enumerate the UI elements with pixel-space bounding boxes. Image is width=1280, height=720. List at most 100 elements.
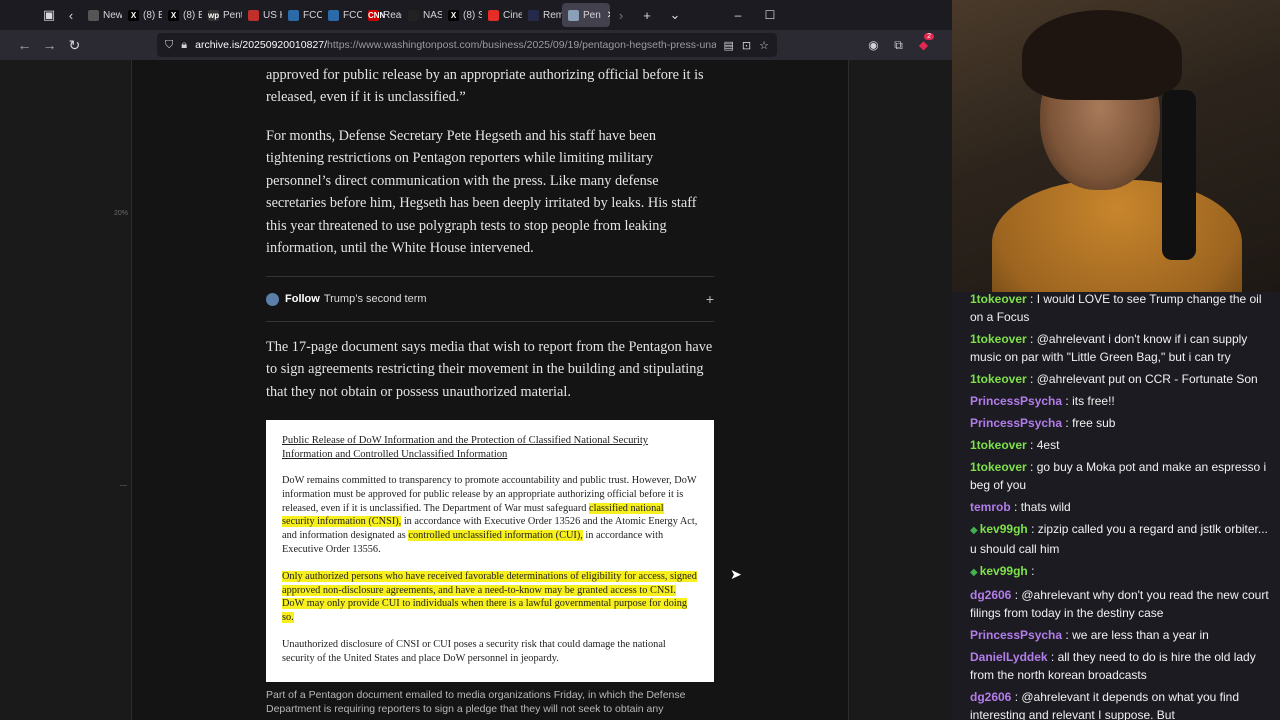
- browser-tab[interactable]: News: [82, 3, 122, 27]
- browser-tab[interactable]: CNNReadi: [362, 3, 402, 27]
- tab-favicon-icon: [488, 9, 499, 21]
- tab-favicon-icon: wp: [208, 9, 220, 21]
- chat-username[interactable]: 1tokeover: [970, 372, 1027, 386]
- chat-text: its free!!: [1072, 394, 1115, 408]
- chat-message: 1tokeover : go buy a Moka pot and make a…: [970, 458, 1276, 494]
- chat-message: ◆ kev99gh : zipzip called you a regard an…: [970, 520, 1276, 558]
- mouse-cursor-icon: ➤: [730, 566, 742, 582]
- minimize-icon[interactable]: –: [722, 8, 754, 22]
- browser-tab[interactable]: Pen✕: [562, 3, 610, 27]
- chat-username[interactable]: PrincessPsycha: [970, 416, 1062, 430]
- tab-label: Readi: [383, 9, 402, 21]
- browser-tab[interactable]: X (8) Bre: [122, 3, 162, 27]
- doc-highlight-authorized: Only authorized persons who have receive…: [282, 570, 697, 624]
- chat-text: 4est: [1036, 438, 1060, 452]
- browser-tab[interactable]: FCC's: [322, 3, 362, 27]
- chat-username[interactable]: 1tokeover: [970, 292, 1027, 306]
- topic-avatar: [266, 292, 279, 306]
- chat-separator: :: [1026, 292, 1037, 306]
- tab-favicon-icon: [88, 9, 99, 21]
- browser-tab[interactable]: wpPentag: [202, 3, 242, 27]
- follow-plus-icon[interactable]: +: [706, 291, 714, 307]
- shield-icon[interactable]: ⛉: [165, 39, 173, 52]
- scroll-tabs-right-icon[interactable]: ›: [610, 8, 632, 23]
- tab-label: US He: [263, 9, 282, 21]
- paragraph-hegseth: For months, Defense Secretary Pete Hegse…: [266, 128, 697, 257]
- tab-list: NewsX(8) BreX(8) BNwpPentagUS HeFCC'sFCC…: [82, 3, 610, 27]
- chat-badge-icon: ◆: [970, 567, 978, 578]
- account-icon[interactable]: ◉: [861, 38, 886, 52]
- chat-username[interactable]: kev99gh: [980, 522, 1028, 536]
- chat-username[interactable]: dg2606: [970, 690, 1011, 704]
- chat-username[interactable]: 1tokeover: [970, 332, 1027, 346]
- tab-overview-icon[interactable]: ▣: [38, 7, 60, 23]
- new-tab-icon[interactable]: +: [636, 8, 658, 23]
- doc-highlight-cui: controlled unclassified information (CUI…: [408, 530, 583, 542]
- chat-message: 1tokeover : @ahrelevant put on CCR - For…: [970, 370, 1276, 388]
- addon-icon[interactable]: ◆ 2: [911, 33, 936, 52]
- screenshot-icon[interactable]: ⊡: [742, 39, 751, 52]
- tab-label: NASD: [423, 9, 442, 21]
- chat-message: ◆ kev99gh :: [970, 562, 1276, 582]
- chat-username[interactable]: PrincessPsycha: [970, 394, 1062, 408]
- tab-favicon-icon: X: [128, 9, 139, 21]
- chat-separator: :: [1026, 372, 1037, 386]
- chat-username[interactable]: 1tokeover: [970, 438, 1027, 452]
- forward-icon[interactable]: →: [37, 37, 62, 53]
- tab-label: Remo: [543, 9, 562, 21]
- browser-tab[interactable]: NASD: [402, 3, 442, 27]
- tab-favicon-icon: X: [168, 9, 179, 21]
- maximize-icon[interactable]: ☐: [754, 8, 786, 22]
- chat-username[interactable]: kev99gh: [980, 564, 1028, 578]
- lock-icon[interactable]: 🔒︎: [181, 39, 187, 52]
- chat-username[interactable]: 1tokeover: [970, 460, 1027, 474]
- tab-label: Pen: [583, 9, 601, 21]
- reader-view-icon[interactable]: ▤: [724, 39, 734, 52]
- chat-panel: 1tokeover : I would LOVE to see Trump ch…: [970, 290, 1276, 720]
- chat-username[interactable]: dg2606: [970, 588, 1011, 602]
- bookmark-star-icon[interactable]: ☆: [759, 39, 769, 52]
- browser-tab[interactable]: Cinem: [482, 3, 522, 27]
- document-image: Public Release of DoW Information and th…: [266, 420, 714, 682]
- browser-tab[interactable]: FCC's: [282, 3, 322, 27]
- follow-topic-bar[interactable]: Follow Trump’s second term +: [266, 276, 714, 322]
- browser-tab[interactable]: X (8) St: [442, 3, 482, 27]
- tab-label: (8) St: [463, 9, 482, 21]
- chat-text: we are less than a year in: [1072, 628, 1209, 642]
- back-icon[interactable]: ←: [12, 37, 37, 53]
- navigation-bar: ← → ↻ ⛉ 🔒︎ archive.is/20250920010827/htt…: [0, 30, 952, 60]
- tab-label: (8) BN: [183, 9, 202, 21]
- chat-username[interactable]: temrob: [970, 500, 1011, 514]
- chat-separator: :: [1062, 416, 1073, 430]
- tab-favicon-icon: [568, 9, 579, 21]
- tab-favicon-icon: [288, 9, 299, 21]
- chat-separator: :: [1011, 690, 1022, 704]
- chat-separator: :: [1027, 564, 1035, 578]
- chat-username[interactable]: DanielLyddek: [970, 650, 1048, 664]
- document-title: Public Release of DoW Information and th…: [282, 435, 649, 460]
- url-path: https://www.washingtonpost.com/business/…: [327, 39, 716, 51]
- chat-badge-icon: ◆: [970, 525, 978, 536]
- url-text[interactable]: archive.is/20250920010827/https://www.wa…: [195, 39, 715, 51]
- tab-favicon-icon: [408, 9, 419, 21]
- paragraph-document: The 17-page document says media that wis…: [266, 339, 713, 400]
- follow-topic: Trump’s second term: [323, 293, 427, 305]
- chat-username[interactable]: PrincessPsycha: [970, 628, 1062, 642]
- chat-message: dg2606 : @ahrelevant it depends on what …: [970, 688, 1276, 720]
- page-viewport[interactable]: 20% — approved for public release by an …: [0, 60, 952, 720]
- extensions-icon[interactable]: ⧉: [886, 38, 911, 53]
- browser-tab[interactable]: US He: [242, 3, 282, 27]
- tab-label: (8) Bre: [143, 9, 162, 21]
- tab-label: Pentag: [223, 9, 242, 21]
- address-bar[interactable]: ⛉ 🔒︎ archive.is/20250920010827/https://w…: [157, 33, 777, 57]
- browser-tab[interactable]: X (8) BN: [162, 3, 202, 27]
- gutter-percent: 20%: [114, 210, 129, 217]
- tab-favicon-icon: CNN: [368, 9, 386, 21]
- scroll-tabs-left-icon[interactable]: ‹: [60, 8, 82, 23]
- browser-tab[interactable]: Remo: [522, 3, 562, 27]
- chat-message: PrincessPsycha : we are less than a year…: [970, 626, 1276, 644]
- webcam-microphone: [1162, 90, 1196, 260]
- chat-message: DanielLyddek : all they need to do is hi…: [970, 648, 1276, 684]
- list-all-tabs-icon[interactable]: ⌄: [664, 7, 686, 23]
- reload-icon[interactable]: ↻: [62, 37, 87, 54]
